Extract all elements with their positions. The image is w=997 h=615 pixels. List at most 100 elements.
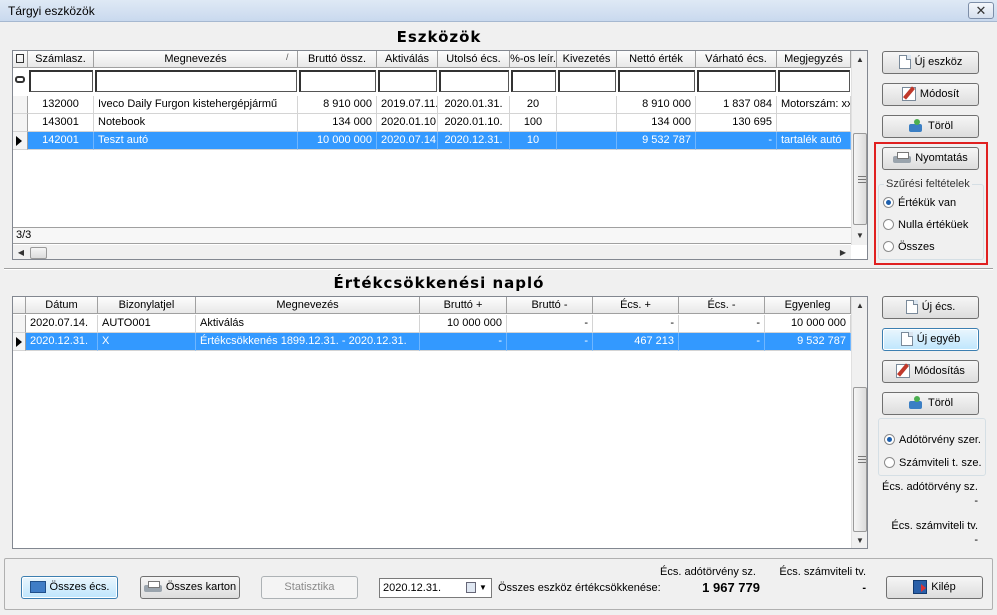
law-option-tax[interactable]: Adótörvény szer.	[884, 434, 981, 446]
calendar-icon[interactable]	[466, 582, 476, 593]
assets-table-cell[interactable]: 2020.01.31.	[438, 96, 510, 114]
row-header[interactable]	[13, 132, 28, 150]
assets-column-header[interactable]: Aktiválás	[377, 51, 438, 68]
date-picker[interactable]: 2020.12.31. ▼	[379, 578, 492, 598]
chevron-down-icon[interactable]: ▼	[479, 579, 487, 597]
assets-table-cell[interactable]: 142001	[28, 132, 94, 150]
filter-option-zero-value[interactable]: Nulla értéküek	[883, 219, 968, 231]
column-filter-input[interactable]	[29, 70, 93, 92]
assets-table-cell[interactable]: 20	[510, 96, 557, 114]
assets-table-cell[interactable]	[557, 114, 617, 132]
journal-table-cell[interactable]: -	[593, 315, 679, 333]
journal-table-cell[interactable]: -	[679, 315, 765, 333]
assets-table-cell[interactable]	[777, 114, 851, 132]
scroll-left-icon[interactable]: ◀	[13, 246, 29, 259]
assets-table-cell[interactable]: Motorszám: xxx	[777, 96, 851, 114]
assets-table-cell[interactable]: 100	[510, 114, 557, 132]
assets-table-cell[interactable]: 134 000	[617, 114, 696, 132]
assets-table-cell[interactable]: 2019.07.11.	[377, 96, 438, 114]
journal-table-cell[interactable]: -	[420, 333, 507, 351]
column-chooser-icon[interactable]	[13, 51, 28, 68]
scroll-down-icon[interactable]: ▼	[852, 534, 867, 548]
journal-table-cell[interactable]: Aktiválás	[196, 315, 420, 333]
total-ecs-button[interactable]: Összes écs.	[21, 576, 118, 599]
assets-column-header[interactable]: Nettó érték	[617, 51, 696, 68]
assets-table-cell[interactable]: 8 910 000	[298, 96, 377, 114]
assets-table-cell[interactable]: 132000	[28, 96, 94, 114]
journal-table-cell[interactable]: -	[507, 333, 593, 351]
scroll-up-icon[interactable]: ▲	[852, 53, 867, 67]
assets-column-header[interactable]: Számlasz.	[28, 51, 94, 68]
edit-entry-button[interactable]: Módosítás	[882, 360, 979, 383]
journal-column-header[interactable]: Egyenleg	[765, 297, 851, 314]
scroll-down-icon[interactable]: ▼	[852, 229, 867, 243]
journal-table-cell[interactable]: 467 213	[593, 333, 679, 351]
delete-asset-button[interactable]: Töröl	[882, 115, 979, 138]
journal-table-cell[interactable]: 10 000 000	[765, 315, 851, 333]
print-button[interactable]: Nyomtatás	[882, 147, 979, 170]
column-filter-input[interactable]	[378, 70, 437, 92]
assets-table-cell[interactable]: 10	[510, 132, 557, 150]
assets-table-cell[interactable]: 2020.01.10.	[377, 114, 438, 132]
assets-table-cell[interactable]	[557, 96, 617, 114]
assets-column-header[interactable]: %-os leír.	[510, 51, 557, 68]
assets-table-cell[interactable]: 2020.07.14.	[377, 132, 438, 150]
close-button[interactable]: ✕	[968, 2, 994, 19]
column-filter-input[interactable]	[618, 70, 695, 92]
journal-column-header[interactable]: Megnevezés	[196, 297, 420, 314]
column-filter-input[interactable]	[95, 70, 297, 92]
row-header[interactable]	[13, 114, 28, 132]
law-option-accounting[interactable]: Számviteli t. sze.	[884, 457, 982, 469]
journal-column-header[interactable]: Dátum	[26, 297, 98, 314]
journal-column-header[interactable]: Bruttó +	[420, 297, 507, 314]
journal-table-cell[interactable]: -	[507, 315, 593, 333]
journal-table-cell[interactable]: Értékcsökkenés 1899.12.31. - 2020.12.31.	[196, 333, 420, 351]
assets-table-cell[interactable]: 134 000	[298, 114, 377, 132]
assets-table-cell[interactable]: 10 000 000	[298, 132, 377, 150]
assets-column-header[interactable]: Megnevezés	[94, 51, 298, 68]
assets-table-cell[interactable]: 2020.12.31.	[438, 132, 510, 150]
assets-table-cell[interactable]: 130 695	[696, 114, 777, 132]
journal-table-cell[interactable]: 2020.12.31.	[26, 333, 98, 351]
assets-vscrollbar[interactable]: ▲ ▼	[851, 51, 867, 245]
column-filter-input[interactable]	[439, 70, 509, 92]
row-header[interactable]	[13, 96, 28, 114]
column-filter-input[interactable]	[511, 70, 556, 92]
journal-table-cell[interactable]: -	[679, 333, 765, 351]
assets-table-cell[interactable]: Notebook	[94, 114, 298, 132]
assets-table-cell[interactable]: 1 837 084	[696, 96, 777, 114]
journal-column-header[interactable]: Bruttó -	[507, 297, 593, 314]
column-filter-input[interactable]	[558, 70, 616, 92]
scroll-up-icon[interactable]: ▲	[852, 299, 867, 313]
assets-table-cell[interactable]: 2020.01.10.	[438, 114, 510, 132]
row-header[interactable]	[13, 315, 26, 333]
hscroll-thumb[interactable]	[30, 247, 47, 259]
assets-table-cell[interactable]: 9 532 787	[617, 132, 696, 150]
journal-column-header[interactable]: Écs. -	[679, 297, 765, 314]
filter-option-all[interactable]: Összes	[883, 241, 935, 253]
journal-vscrollbar[interactable]: ▲ ▼	[851, 297, 867, 548]
assets-column-header[interactable]: Megjegyzés	[777, 51, 851, 68]
journal-table-cell[interactable]: X	[98, 333, 196, 351]
statistics-button[interactable]: Statisztika	[261, 576, 358, 599]
filter-option-has-value[interactable]: Értékük van	[883, 197, 956, 209]
journal-table-cell[interactable]: AUTO001	[98, 315, 196, 333]
assets-table-cell[interactable]: Teszt autó	[94, 132, 298, 150]
new-asset-button[interactable]: Új eszköz	[882, 51, 979, 74]
column-filter-input[interactable]	[299, 70, 376, 92]
vscroll-thumb[interactable]	[853, 133, 867, 225]
column-filter-input[interactable]	[778, 70, 850, 92]
journal-table-cell[interactable]: 9 532 787	[765, 333, 851, 351]
journal-table-cell[interactable]: 2020.07.14.	[26, 315, 98, 333]
total-card-button[interactable]: Összes karton	[140, 576, 240, 599]
assets-column-header[interactable]: Várható écs.	[696, 51, 777, 68]
journal-column-header[interactable]: Écs. +	[593, 297, 679, 314]
scroll-right-icon[interactable]: ▶	[835, 246, 851, 259]
vscroll-thumb[interactable]	[853, 387, 867, 532]
new-other-button[interactable]: Új egyéb	[882, 328, 979, 351]
exit-button[interactable]: Kilép	[886, 576, 983, 599]
assets-grid[interactable]: Számlasz. Megnevezés / Bruttó össz. Aktiválá…	[12, 50, 868, 260]
row-header[interactable]	[13, 333, 26, 351]
journal-column-header[interactable]: Bizonylatjel	[98, 297, 196, 314]
journal-table-cell[interactable]: 10 000 000	[420, 315, 507, 333]
